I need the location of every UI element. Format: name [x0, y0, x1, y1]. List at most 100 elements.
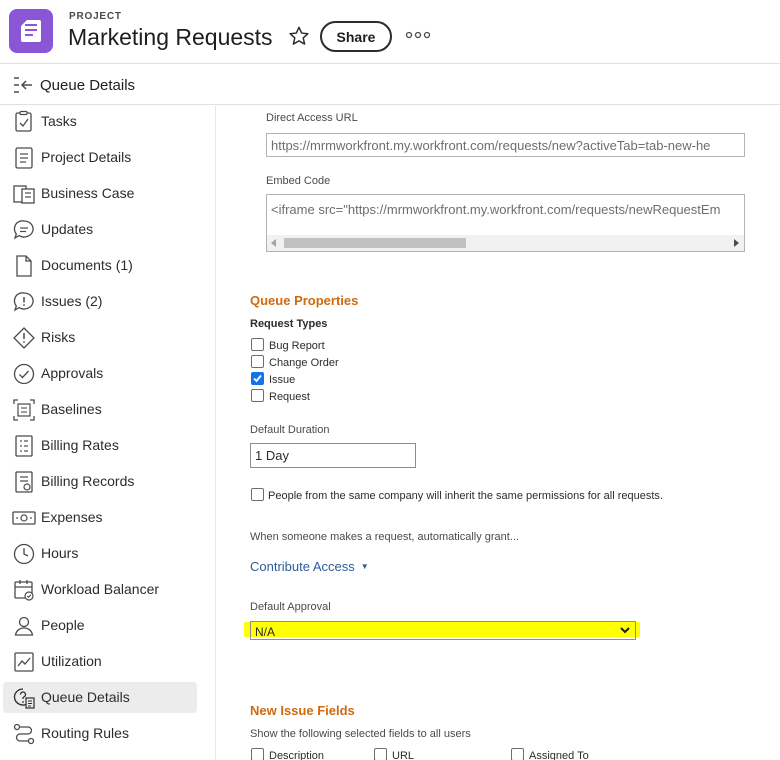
sidebar-item-label: Risks	[41, 329, 76, 345]
sidebar-item-project-details[interactable]: Project Details	[3, 142, 197, 173]
scrollbar-thumb[interactable]	[284, 238, 466, 248]
scroll-left-icon[interactable]	[270, 239, 278, 247]
queue-properties-title: Queue Properties	[250, 293, 359, 308]
issue-label: Issue	[269, 374, 296, 386]
star-icon[interactable]	[288, 25, 310, 47]
baselines-icon	[13, 399, 35, 421]
embed-code-label: Embed Code	[266, 175, 331, 187]
page-title: Queue Details	[40, 77, 136, 94]
sidebar-item-routing-rules[interactable]: Routing Rules	[3, 718, 197, 749]
details-icon	[15, 147, 33, 169]
request-types-label: Request Types	[250, 318, 328, 330]
default-duration-input[interactable]	[250, 443, 416, 468]
embed-horizontal-scrollbar[interactable]	[267, 235, 744, 251]
access-level-dropdown[interactable]: Contribute Access ▼	[250, 559, 369, 574]
sidebar-item-documents[interactable]: Documents (1)	[3, 250, 197, 281]
sidebar-item-label: Documents (1)	[41, 257, 133, 273]
expenses-icon	[12, 511, 36, 525]
caret-down-icon: ▼	[360, 562, 369, 571]
change-order-checkbox[interactable]	[251, 355, 264, 368]
sidebar-item-label: Billing Records	[41, 473, 135, 489]
project-title: Marketing Requests	[68, 24, 273, 50]
default-approval-value: N/A	[255, 625, 276, 639]
billing-rates-icon	[15, 435, 33, 457]
share-button[interactable]: Share	[320, 21, 392, 52]
collapse-icon[interactable]	[12, 76, 34, 94]
sidebar-item-label: Approvals	[41, 365, 104, 381]
default-approval-select[interactable]: N/A	[250, 621, 636, 640]
request-checkbox[interactable]	[251, 389, 264, 402]
queue-details-icon	[13, 688, 35, 709]
checkmark-icon	[253, 374, 262, 383]
documents-icon	[16, 255, 32, 277]
sidebar-item-tasks[interactable]: Tasks	[3, 106, 197, 137]
new-issue-fields-description: Show the following selected fields to al…	[250, 728, 471, 740]
embed-code-text: <iframe src="https://mrmworkfront.my.wor…	[271, 202, 721, 217]
billing-records-icon	[15, 471, 33, 493]
queue-details-panel: Direct Access URL https://mrmworkfront.m…	[217, 106, 780, 760]
sidebar-item-label: Business Case	[41, 185, 135, 201]
project-header: PROJECT Marketing Requests Share	[0, 0, 780, 64]
sidebar-item-label: Routing Rules	[41, 725, 129, 741]
issue-checkbox[interactable]	[251, 372, 264, 385]
sidebar-item-people[interactable]: People	[3, 610, 197, 641]
sidebar-item-queue-details[interactable]: Queue Details	[3, 682, 197, 713]
direct-access-url-label: Direct Access URL	[266, 112, 358, 124]
assigned-to-field-checkbox[interactable]	[511, 748, 524, 760]
sidebar-item-approvals[interactable]: Approvals	[3, 358, 197, 389]
sidebar-item-label: Hours	[41, 545, 79, 561]
sidebar-item-label: Billing Rates	[41, 437, 119, 453]
sidebar-item-label: Issues (2)	[41, 293, 103, 309]
more-icon[interactable]	[405, 30, 431, 40]
request-label: Request	[269, 391, 310, 403]
inherit-permissions-checkbox[interactable]	[251, 488, 264, 501]
url-field-label: URL	[392, 750, 415, 760]
sidebar-item-billing-records[interactable]: Billing Records	[3, 466, 197, 497]
sidebar-item-baselines[interactable]: Baselines	[3, 394, 197, 425]
new-issue-fields-title: New Issue Fields	[250, 703, 355, 718]
project-label: PROJECT	[69, 11, 122, 22]
bug-report-label: Bug Report	[269, 340, 325, 352]
utilization-icon	[14, 652, 34, 672]
sidebar-item-label: Tasks	[41, 113, 77, 129]
sidebar-item-label: Workload Balancer	[41, 581, 160, 597]
scroll-right-icon[interactable]	[732, 239, 740, 247]
default-duration-label: Default Duration	[250, 424, 330, 436]
approvals-icon	[13, 363, 35, 385]
inherit-permissions-label: People from the same company will inheri…	[268, 490, 663, 502]
assigned-to-field-label: Assigned To	[529, 750, 589, 760]
sidebar-item-business-case[interactable]: Business Case	[3, 178, 197, 209]
embed-code-field[interactable]: <iframe src="https://mrmworkfront.my.wor…	[266, 194, 745, 252]
sidebar-item-workload-balancer[interactable]: Workload Balancer	[3, 574, 197, 605]
sidebar-item-issues[interactable]: Issues (2)	[3, 286, 197, 317]
sidebar-item-label: Utilization	[41, 653, 102, 669]
default-approval-label: Default Approval	[250, 601, 331, 613]
page-subheader: Queue Details	[0, 65, 780, 105]
sidebar-item-label: Project Details	[41, 149, 132, 165]
description-field-label: Description	[269, 750, 325, 760]
url-field-checkbox[interactable]	[374, 748, 387, 760]
business-case-icon	[13, 185, 35, 204]
sidebar-item-label: Queue Details	[41, 689, 130, 705]
project-icon	[9, 9, 53, 53]
sidebar-nav: Tasks Project Details Business Case Upda…	[0, 106, 216, 760]
sidebar-item-risks[interactable]: Risks	[3, 322, 197, 353]
bug-report-checkbox[interactable]	[251, 338, 264, 351]
sidebar-item-billing-rates[interactable]: Billing Rates	[3, 430, 197, 461]
sidebar-item-label: Expenses	[41, 509, 103, 525]
description-field-checkbox[interactable]	[251, 748, 264, 760]
sidebar-item-expenses[interactable]: Expenses	[3, 502, 197, 533]
hours-icon	[13, 543, 35, 565]
chevron-down-icon	[620, 627, 630, 634]
tasks-icon	[15, 110, 32, 132]
sidebar-item-label: People	[41, 617, 85, 633]
updates-icon	[13, 220, 34, 240]
sidebar-item-utilization[interactable]: Utilization	[3, 646, 197, 677]
issues-icon	[13, 292, 34, 312]
grant-access-text: When someone makes a request, automatica…	[250, 531, 520, 543]
workload-balancer-icon	[14, 580, 34, 601]
routing-rules-icon	[13, 723, 35, 745]
direct-access-url-field[interactable]: https://mrmworkfront.my.workfront.com/re…	[266, 133, 745, 157]
sidebar-item-hours[interactable]: Hours	[3, 538, 197, 569]
sidebar-item-updates[interactable]: Updates	[3, 214, 197, 245]
